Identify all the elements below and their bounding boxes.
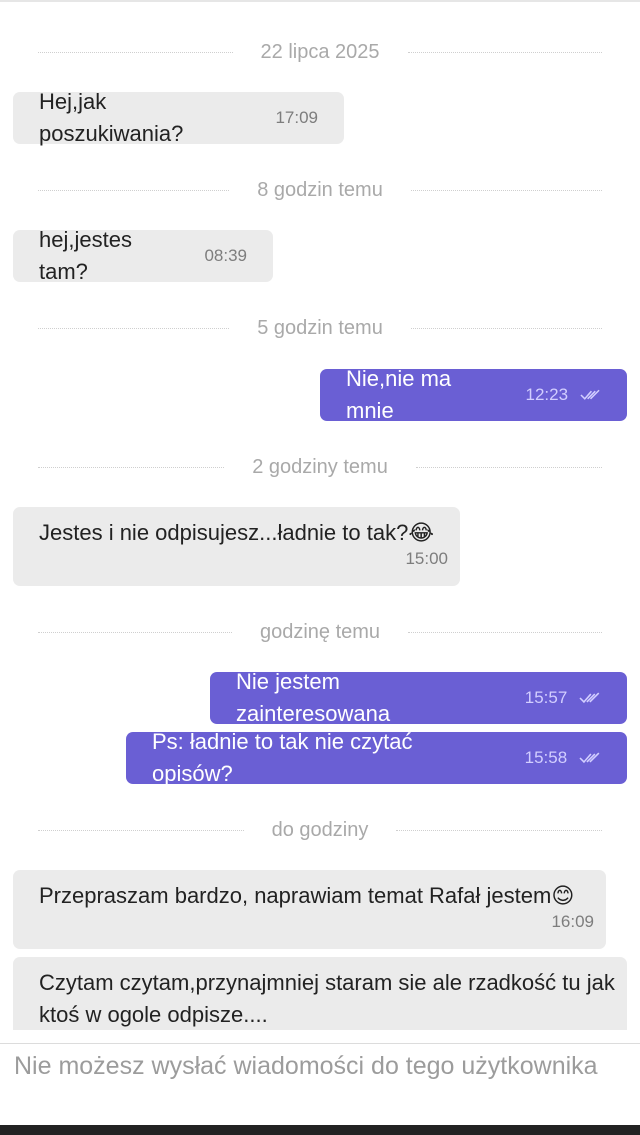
system-navigation-bar [0,1125,640,1135]
message-text: Hej,jak poszukiwania? [39,89,184,146]
message-text: Ps: ładnie to tak nie czytać opisów? [152,729,413,786]
date-separator: 2 godziny temu [38,453,603,481]
message-time: 17:09 [275,108,318,127]
date-separator: 5 godzin temu [38,314,603,342]
message-bubble-outgoing[interactable]: Nie,nie ma mnie 12:23 [320,366,627,423]
message-bubble-incoming[interactable]: Hej,jak poszukiwania? 17:09 [13,89,344,146]
message-list[interactable]: 22 lipca 2025 Hej,jak poszukiwania? 17:0… [0,0,640,1030]
message-time: 12:23 [525,385,569,404]
message-time: 15:57 [524,688,568,707]
read-double-check-icon [579,692,600,704]
message-text: Czytam czytam,przynajmniej staram sie al… [39,970,615,1027]
read-double-check-icon [579,752,600,764]
read-double-check-icon [580,389,600,400]
message-time: 15:00 [405,549,448,568]
message-bubble-incoming[interactable]: hej,jestes tam? 08:39 [13,227,273,284]
message-composer-disabled: Nie możesz wysłać wiadomości do tego uży… [0,1043,640,1125]
date-separator: 8 godzin temu [38,176,603,204]
message-text: Nie,nie ma mnie [346,366,452,423]
date-separator: do godziny [38,816,602,844]
message-bubble-outgoing[interactable]: Nie jestem zainteresowana 15:57 [210,669,627,726]
message-text: Jestes i nie odpisujesz...ładnie to tak?… [39,520,435,545]
message-bubble-incoming[interactable]: Przepraszam bardzo, naprawiam temat Rafa… [13,870,606,949]
message-text: Nie jestem zainteresowana [236,669,391,726]
message-bubble-incoming[interactable]: Czytam czytam,przynajmniej staram sie al… [13,957,627,1030]
date-separator: 22 lipca 2025 [38,38,603,66]
message-text: hej,jestes tam? [39,227,132,284]
message-text: Przepraszam bardzo, naprawiam temat Rafa… [39,883,575,908]
date-separator: godzinę temu [38,618,603,646]
message-time: 15:58 [524,748,568,767]
composer-disabled-notice: Nie możesz wysłać wiadomości do tego uży… [14,1052,598,1080]
message-time: 08:39 [204,246,247,265]
message-time: 16:09 [551,912,594,931]
message-bubble-outgoing[interactable]: Ps: ładnie to tak nie czytać opisów? 15:… [126,729,627,786]
message-bubble-incoming[interactable]: Jestes i nie odpisujesz...ładnie to tak?… [13,507,460,586]
